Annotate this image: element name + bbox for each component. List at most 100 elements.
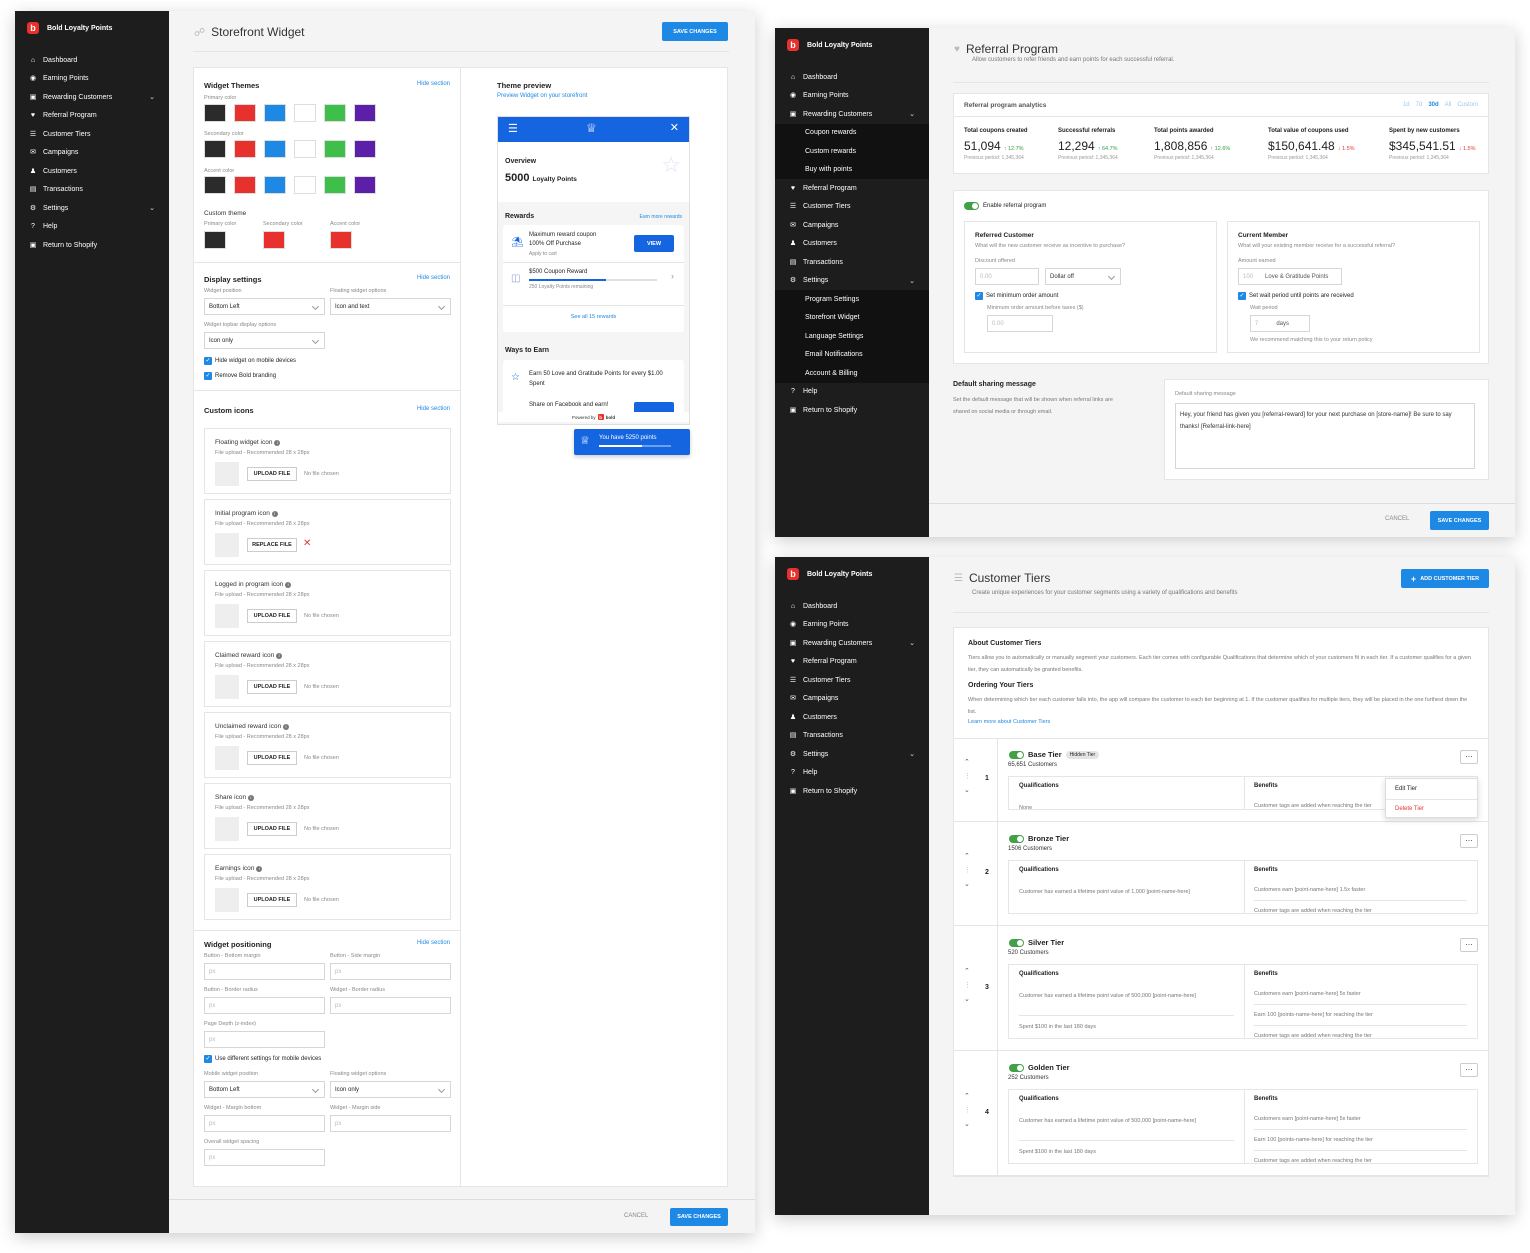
upload-file-button[interactable]: REPLACE FILE <box>247 538 297 552</box>
preview-storefront-link[interactable]: Preview Widget on your storefront <box>497 93 587 99</box>
color-swatch[interactable] <box>354 140 376 158</box>
color-swatch[interactable] <box>294 176 316 194</box>
apply-to-cart[interactable]: Apply to cart <box>529 251 557 257</box>
sidebar-item-rewarding-customers[interactable]: ▣ Rewarding Customers ⌄ <box>15 88 169 107</box>
sidebar-item-coupon-rewards[interactable]: Coupon rewards <box>775 123 929 142</box>
upload-file-button[interactable]: UPLOAD FILE <box>247 680 297 694</box>
sidebar-item-settings[interactable]: ⚙ Settings ⌄ <box>15 199 169 218</box>
sidebar-item-referral-program[interactable]: ♥ Referral Program <box>15 107 169 126</box>
sidebar-item-customers[interactable]: ♟ Customers <box>775 708 929 727</box>
custom-accent-swatch[interactable] <box>330 231 352 249</box>
chevron-down-icon[interactable]: ⌄ <box>909 110 915 118</box>
chevron-down-icon[interactable]: ⌄ <box>909 277 915 285</box>
chevron-down-icon[interactable]: ⌄ <box>964 995 970 1003</box>
widget-radius-input[interactable]: px <box>330 997 451 1014</box>
sidebar-item-dashboard[interactable]: ⌂ Dashboard <box>15 51 169 70</box>
sidebar-item-custom-rewards[interactable]: Custom rewards <box>775 142 929 161</box>
sidebar-item-referral-program[interactable]: ♥ Referral Program <box>775 653 929 672</box>
color-swatch[interactable] <box>264 176 286 194</box>
sidebar-item-customer-tiers[interactable]: ☰ Customer Tiers <box>775 671 929 690</box>
button-side-margin-input[interactable]: px <box>330 963 451 980</box>
chevron-right-icon[interactable]: › <box>671 271 674 281</box>
min-order-checkbox[interactable]: ✓ Set minimum order amount <box>975 292 1058 300</box>
discount-type-select[interactable]: Dollar off <box>1045 268 1121 285</box>
custom-primary-swatch[interactable] <box>204 231 226 249</box>
upload-file-button[interactable]: UPLOAD FILE <box>247 609 297 623</box>
sidebar-item-language-settings[interactable]: Language Settings <box>775 327 929 346</box>
sidebar-item-help[interactable]: ? Help <box>15 218 169 237</box>
chevron-down-icon[interactable]: ⌄ <box>149 204 155 212</box>
widget-position-select[interactable]: Bottom Left <box>204 298 325 315</box>
more-options-button[interactable]: … <box>1460 1063 1478 1077</box>
sidebar-item-transactions[interactable]: ▤ Transactions <box>775 253 929 272</box>
earn-more-link[interactable]: Earn more rewards <box>639 214 682 220</box>
save-button[interactable]: SAVE CHANGES <box>1430 511 1489 530</box>
sidebar-item-campaigns[interactable]: ✉ Campaigns <box>775 690 929 709</box>
sidebar-item-customer-tiers[interactable]: ☰ Customer Tiers <box>15 125 169 144</box>
floating-options-select[interactable]: Icon and text <box>330 298 451 315</box>
upload-file-button[interactable]: UPLOAD FILE <box>247 751 297 765</box>
toggle-switch[interactable] <box>964 202 979 210</box>
add-customer-tier-button[interactable]: + ADD CUSTOMER TIER <box>1401 569 1489 588</box>
color-swatch[interactable] <box>234 140 256 158</box>
drag-handle-icon[interactable]: ⋮ <box>964 772 971 780</box>
sidebar-item-earning-points[interactable]: ◉ Earning Points <box>775 616 929 635</box>
drag-handle-icon[interactable]: ⋮ <box>964 866 971 874</box>
more-options-button[interactable]: … <box>1460 834 1478 848</box>
color-swatch[interactable] <box>264 140 286 158</box>
hide-positioning-link[interactable]: Hide section <box>417 940 450 946</box>
sidebar-item-transactions[interactable]: ▤ Transactions <box>15 181 169 200</box>
sidebar-item-settings[interactable]: ⚙ Settings ⌄ <box>775 272 929 291</box>
color-swatch[interactable] <box>354 176 376 194</box>
chevron-up-icon[interactable]: ⌃ <box>964 1092 970 1100</box>
page-depth-input[interactable]: px <box>204 1031 325 1048</box>
upload-file-button[interactable]: UPLOAD FILE <box>247 822 297 836</box>
sidebar-item-customers[interactable]: ♟ Customers <box>775 235 929 254</box>
sidebar-item-dashboard[interactable]: ⌂ Dashboard <box>775 597 929 616</box>
chevron-down-icon[interactable]: ⌄ <box>909 750 915 758</box>
upload-file-button[interactable]: UPLOAD FILE <box>247 893 297 907</box>
sidebar-item-dashboard[interactable]: ⌂ Dashboard <box>775 68 929 87</box>
button-bottom-margin-input[interactable]: px <box>204 963 325 980</box>
menu-icon[interactable]: ☰ <box>508 122 518 135</box>
save-button-footer[interactable]: SAVE CHANGES <box>670 1208 728 1226</box>
chevron-down-icon[interactable]: ⌄ <box>149 93 155 101</box>
sidebar-item-program-settings[interactable]: Program Settings <box>775 290 929 309</box>
color-swatch[interactable] <box>204 176 226 194</box>
button-radius-input[interactable]: px <box>204 997 325 1014</box>
range-tab-custom[interactable]: Custom <box>1457 102 1478 108</box>
sidebar-item-return-to-shopify[interactable]: ▣ Return to Shopify <box>775 401 929 420</box>
sidebar-item-transactions[interactable]: ▤ Transactions <box>775 727 929 746</box>
sidebar-item-customers[interactable]: ♟ Customers <box>15 162 169 181</box>
sidebar-item-account-billing[interactable]: Account & Billing <box>775 364 929 383</box>
range-tab-7d[interactable]: 7d <box>1416 102 1423 108</box>
sharing-message-textarea[interactable]: Hey, your friend has given you [referral… <box>1175 403 1475 469</box>
sidebar-item-campaigns[interactable]: ✉ Campaigns <box>775 216 929 235</box>
more-options-button[interactable]: … <box>1460 938 1478 952</box>
sidebar-item-help[interactable]: ? Help <box>775 764 929 783</box>
hide-mobile-checkbox[interactable]: ✓ Hide widget on mobile devices <box>204 357 296 365</box>
mobile-position-select[interactable]: Bottom Left <box>204 1081 325 1098</box>
sidebar-item-return-to-shopify[interactable]: ▣ Return to Shopify <box>15 236 169 255</box>
more-options-button[interactable]: … <box>1460 750 1478 764</box>
overall-spacing-input[interactable]: px <box>204 1149 325 1166</box>
tier-toggle[interactable] <box>1009 834 1024 843</box>
edit-tier-menu-item[interactable]: Edit Tier <box>1395 786 1417 792</box>
wait-period-input[interactable]: 7 days <box>1250 315 1310 332</box>
wait-period-checkbox[interactable]: ✓ Set wait period until points are receiv… <box>1238 292 1354 300</box>
hide-display-link[interactable]: Hide section <box>417 275 450 281</box>
sidebar-item-buy-with-points[interactable]: Buy with points <box>775 160 929 179</box>
range-tab-1d[interactable]: 1d <box>1403 102 1410 108</box>
chevron-up-icon[interactable]: ⌃ <box>964 967 970 975</box>
cancel-button[interactable]: CANCEL <box>1385 516 1409 522</box>
sidebar-item-earning-points[interactable]: ◉ Earning Points <box>775 87 929 106</box>
drag-handle-icon[interactable]: ⋮ <box>964 981 971 989</box>
chevron-down-icon[interactable]: ⌄ <box>909 639 915 647</box>
margin-side-input[interactable]: px <box>330 1115 451 1132</box>
discount-input[interactable]: 0.00 <box>975 268 1039 285</box>
sidebar-item-customer-tiers[interactable]: ☰ Customer Tiers <box>775 198 929 217</box>
color-swatch[interactable] <box>234 104 256 122</box>
color-swatch[interactable] <box>294 104 316 122</box>
sidebar-item-email-notifications[interactable]: Email Notifications <box>775 345 929 364</box>
sidebar-item-rewarding-customers[interactable]: ▣ Rewarding Customers ⌄ <box>775 634 929 653</box>
